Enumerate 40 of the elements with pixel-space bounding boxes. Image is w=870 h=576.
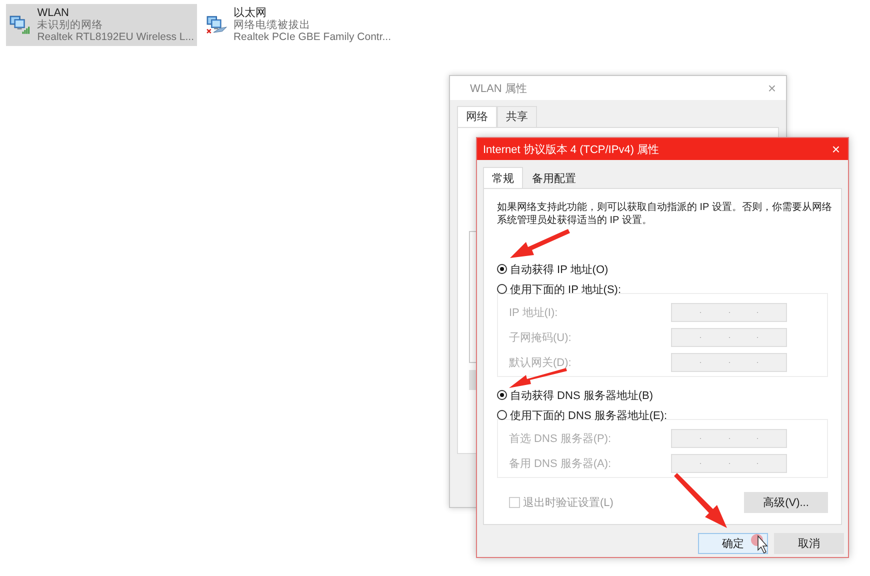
radio-label[interactable]: 使用下面的 DNS 服务器地址(E): — [510, 408, 668, 422]
radio-label[interactable]: 自动获得 DNS 服务器地址(B) — [510, 388, 653, 402]
field-label: 首选 DNS 服务器(P): — [509, 432, 612, 446]
arrow — [674, 473, 727, 528]
adapter-device: Realtek RTL8192EU Wireless L... — [37, 31, 194, 43]
cancel-button[interactable]: 取消 — [774, 533, 844, 554]
arrow — [510, 229, 570, 258]
ip-address-field[interactable] — [671, 454, 787, 472]
ip-address-field[interactable] — [671, 352, 787, 372]
window-title: WLAN 属性 — [470, 82, 527, 96]
field-label: 备用 DNS 服务器(A): — [509, 456, 612, 470]
field-label: 默认网关(D): — [509, 356, 572, 370]
arrow — [509, 368, 567, 388]
advanced-button[interactable]: 高级(V)... — [744, 492, 828, 513]
radio-button[interactable] — [497, 410, 507, 420]
adapter-item[interactable]: 以太网 网络电缆被拔出 Realtek PCIe GBE Family Contr... — [203, 4, 394, 46]
ip-address-field[interactable] — [671, 428, 787, 448]
ip-address-field[interactable] — [671, 302, 787, 322]
tab[interactable]: 备用配置 — [523, 167, 585, 188]
tab[interactable]: 网络 — [457, 106, 497, 127]
ip-address-field[interactable] — [671, 328, 787, 346]
radio-label[interactable]: 使用下面的 IP 地址(S): — [510, 282, 622, 296]
adapter-item[interactable]: WLAN 未识别的网络 Realtek RTL8192EU Wireless L... — [6, 4, 197, 46]
cursor-icon — [751, 534, 768, 554]
window-title: Internet 协议版本 4 (TCP/IPv4) 属性 — [483, 142, 660, 156]
adapter-device: Realtek PCIe GBE Family Contr... — [233, 31, 391, 43]
tab[interactable]: 常规 — [483, 167, 523, 188]
radio-button[interactable] — [497, 390, 507, 400]
close-button[interactable]: × — [832, 141, 840, 157]
radio-button[interactable] — [497, 284, 507, 294]
tab[interactable]: 共享 — [497, 106, 537, 127]
description-text: 如果网络支持此功能，则可以获取自动指派的 IP 设置。否则，你需要从网络系统管理员处获得适当的 IP 设置。 — [497, 201, 833, 227]
radio-label[interactable]: 自动获得 IP 地址(O) — [510, 262, 608, 276]
adapter-status: 未识别的网络 — [37, 19, 104, 31]
field-label: 子网掩码(U): — [509, 330, 572, 344]
adapter-status: 网络电缆被拔出 — [233, 19, 312, 31]
radio-button[interactable] — [497, 264, 507, 274]
adapter-name: 以太网 — [233, 7, 268, 19]
adapter-name: WLAN — [37, 7, 70, 19]
field-label: IP 地址(I): — [509, 306, 558, 320]
